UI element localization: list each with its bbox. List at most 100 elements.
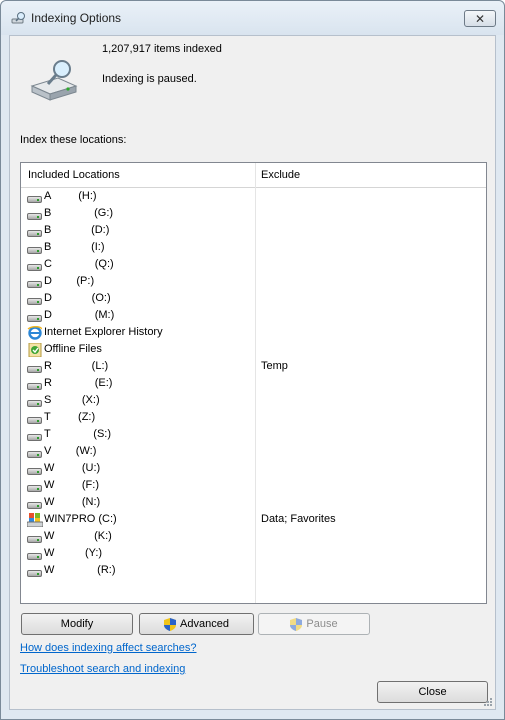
indexing-status: Indexing is paused. <box>102 73 197 85</box>
table-row[interactable]: S (X:) <box>21 393 486 410</box>
exclude-value: Temp <box>261 360 288 372</box>
modify-button[interactable]: Modify <box>21 613 133 635</box>
uac-shield-icon <box>290 617 303 631</box>
drive-icon <box>27 447 43 459</box>
close-button[interactable]: Close <box>377 681 488 703</box>
drive-icon <box>27 396 43 408</box>
location-name: B (G:) <box>44 207 114 219</box>
location-name: W (R:) <box>44 564 116 576</box>
location-name: D (P:) <box>44 275 95 287</box>
dialog-body: 1,207,917 items indexed Indexing is paus… <box>9 35 496 710</box>
magnifier-drive-icon <box>11 12 25 24</box>
table-row[interactable]: R (E:) <box>21 376 486 393</box>
exclude-value: Data; Favorites <box>261 513 336 525</box>
table-row[interactable]: T (S:) <box>21 427 486 444</box>
table-row[interactable]: A (H:) <box>21 189 486 206</box>
location-name: T (Z:) <box>44 411 96 423</box>
indexing-options-window: Indexing Options ✕ 1,207,917 items index… <box>0 0 505 720</box>
location-name: D (M:) <box>44 309 115 321</box>
location-name: R (L:) <box>44 360 109 372</box>
troubleshoot-link[interactable]: Troubleshoot search and indexing <box>20 663 185 675</box>
table-row[interactable]: B (G:) <box>21 206 486 223</box>
close-icon: ✕ <box>474 11 486 26</box>
drive-icon <box>27 209 43 221</box>
column-header-exclude[interactable]: Exclude <box>261 169 300 181</box>
windows-drive-icon <box>26 513 44 528</box>
column-header-included[interactable]: Included Locations <box>28 169 120 181</box>
list-header: Included Locations Exclude <box>21 163 486 188</box>
drive-icon <box>27 430 43 442</box>
drive-icon <box>27 379 43 391</box>
table-row[interactable]: T (Z:) <box>21 410 486 427</box>
location-name: V (W:) <box>44 445 97 457</box>
drive-icon <box>27 277 43 289</box>
table-row[interactable]: Internet Explorer History <box>21 325 486 342</box>
location-name: W (K:) <box>44 530 112 542</box>
modify-button-label: Modify <box>60 618 94 630</box>
close-button-label: Close <box>418 686 447 698</box>
location-name: W (Y:) <box>44 547 103 559</box>
indexing-affect-link[interactable]: How does indexing affect searches? <box>20 642 197 654</box>
table-row[interactable]: W (U:) <box>21 461 486 478</box>
drive-icon <box>27 243 43 255</box>
drive-icon <box>27 549 43 561</box>
window-close-button[interactable]: ✕ <box>464 10 496 27</box>
table-row[interactable]: R (L:) Temp <box>21 359 486 376</box>
drive-icon <box>27 362 43 374</box>
title-bar: Indexing Options ✕ <box>1 1 504 35</box>
offline-files-icon <box>27 342 43 358</box>
drive-icon <box>27 532 43 544</box>
table-row[interactable]: W (R:) <box>21 563 486 580</box>
drive-icon <box>27 413 43 425</box>
uac-shield-icon <box>164 617 177 631</box>
location-name: Offline Files <box>44 343 102 355</box>
location-name: B (D:) <box>44 224 110 236</box>
drive-icon <box>27 464 43 476</box>
advanced-button[interactable]: Advanced <box>139 613 254 635</box>
location-name: WIN7PRO (C:) <box>44 513 117 525</box>
table-row[interactable]: C (Q:) <box>21 257 486 274</box>
ie-icon <box>27 326 43 340</box>
drive-icon <box>27 226 43 238</box>
location-name: W (U:) <box>44 462 101 474</box>
location-name: C (Q:) <box>44 258 114 270</box>
advanced-button-label: Advanced <box>180 618 229 630</box>
resize-grip-icon[interactable] <box>483 697 493 707</box>
drive-icon <box>27 192 43 204</box>
table-row[interactable]: V (W:) <box>21 444 486 461</box>
location-name: R (E:) <box>44 377 113 389</box>
index-locations-label: Index these locations: <box>20 134 127 146</box>
location-name: S (X:) <box>44 394 100 406</box>
pause-button-label: Pause <box>306 618 338 630</box>
table-row[interactable]: Offline Files <box>21 342 486 359</box>
locations-rows: A (H:) B (G:) B (D:) B (I:) C (Q:) D (P:) D (O… <box>21 189 486 580</box>
location-name: A (H:) <box>44 190 97 202</box>
pause-button[interactable]: Pause <box>258 613 370 635</box>
table-row[interactable]: W (N:) <box>21 495 486 512</box>
location-name: B (I:) <box>44 241 105 253</box>
drive-icon <box>27 294 43 306</box>
drive-icon <box>27 481 43 493</box>
location-name: W (F:) <box>44 479 99 491</box>
locations-list[interactable]: Included Locations Exclude A (H:) B (G:) B… <box>20 162 487 604</box>
table-row[interactable]: D (M:) <box>21 308 486 325</box>
location-name: W (N:) <box>44 496 101 508</box>
table-row[interactable]: WIN7PRO (C:) Data; Favorites <box>21 512 486 529</box>
table-row[interactable]: B (D:) <box>21 223 486 240</box>
table-row[interactable]: W (K:) <box>21 529 486 546</box>
drive-icon <box>27 311 43 323</box>
drive-icon <box>27 566 43 578</box>
drive-icon <box>27 498 43 510</box>
location-name: Internet Explorer History <box>44 326 163 338</box>
table-row[interactable]: D (P:) <box>21 274 486 291</box>
table-row[interactable]: D (O:) <box>21 291 486 308</box>
table-row[interactable]: W (F:) <box>21 478 486 495</box>
location-name: D (O:) <box>44 292 111 304</box>
items-indexed-count: 1,207,917 items indexed <box>102 43 222 55</box>
indexing-icon <box>30 60 78 101</box>
table-row[interactable]: W (Y:) <box>21 546 486 563</box>
drive-icon <box>27 260 43 272</box>
location-name: T (S:) <box>44 428 112 440</box>
window-title: Indexing Options <box>31 11 122 25</box>
table-row[interactable]: B (I:) <box>21 240 486 257</box>
